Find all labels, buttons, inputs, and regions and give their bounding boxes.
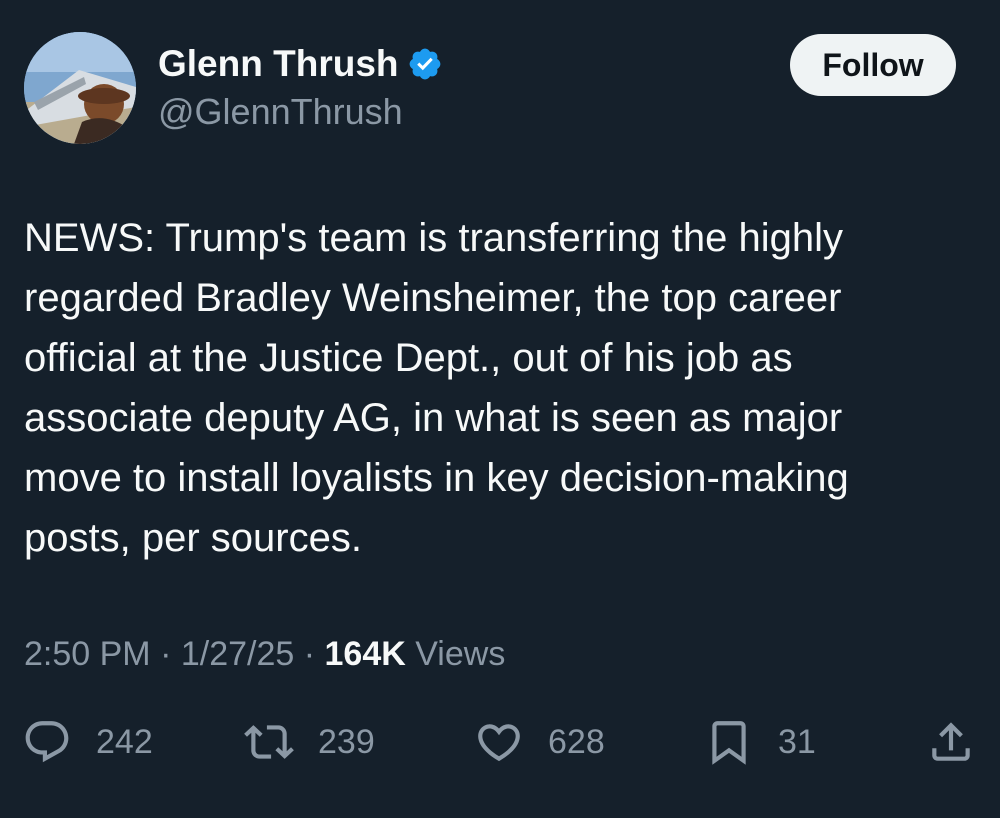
meta-separator: · bbox=[294, 635, 325, 673]
tweet-text: NEWS: Trump's team is transferring the h… bbox=[24, 208, 974, 568]
tweet-text-line: NEWS: Trump's team is transferring the h… bbox=[24, 216, 844, 260]
like-count: 628 bbox=[548, 722, 605, 761]
tweet-text-line: regarded Bradley Weinsheimer, the top ca… bbox=[24, 276, 842, 320]
action-bar: 242 239 628 31 bbox=[0, 712, 1000, 772]
tweet-text-line: official at the Justice Dept., out of hi… bbox=[24, 336, 793, 380]
reply-button[interactable]: 242 bbox=[22, 712, 153, 772]
tweet-date[interactable]: 1/27/25 bbox=[181, 635, 294, 673]
share-button[interactable] bbox=[926, 712, 976, 772]
display-name[interactable]: Glenn Thrush bbox=[158, 40, 443, 88]
bookmark-count: 31 bbox=[778, 722, 816, 761]
display-name-text[interactable]: Glenn Thrush bbox=[158, 40, 399, 88]
heart-icon bbox=[478, 724, 520, 762]
user-handle[interactable]: @GlennThrush bbox=[158, 88, 403, 136]
views-label: Views bbox=[405, 635, 506, 673]
follow-button[interactable]: Follow bbox=[790, 34, 956, 96]
tweet-time[interactable]: 2:50 PM bbox=[24, 635, 151, 673]
retweet-icon bbox=[244, 725, 294, 759]
reply-icon bbox=[25, 721, 69, 763]
retweet-button[interactable]: 239 bbox=[244, 712, 375, 772]
tweet-text-line: posts, per sources. bbox=[24, 516, 362, 560]
avatar[interactable] bbox=[24, 32, 136, 144]
tweet-text-line: associate deputy AG, in what is seen as … bbox=[24, 396, 843, 440]
tweet-text-line: move to install loyalists in key decisio… bbox=[24, 456, 849, 500]
views-count: 164K bbox=[324, 635, 406, 673]
share-icon bbox=[932, 722, 970, 761]
reply-count: 242 bbox=[96, 722, 153, 761]
verified-badge-icon[interactable] bbox=[407, 46, 443, 82]
retweet-count: 239 bbox=[318, 722, 375, 761]
profile-photo-icon bbox=[24, 32, 136, 144]
meta-separator: · bbox=[150, 635, 181, 673]
bookmark-icon bbox=[712, 721, 746, 765]
tweet-meta: 2:50 PM · 1/27/25 · 164K Views bbox=[24, 630, 505, 678]
like-button[interactable]: 628 bbox=[474, 712, 605, 772]
bookmark-button[interactable]: 31 bbox=[704, 712, 816, 772]
